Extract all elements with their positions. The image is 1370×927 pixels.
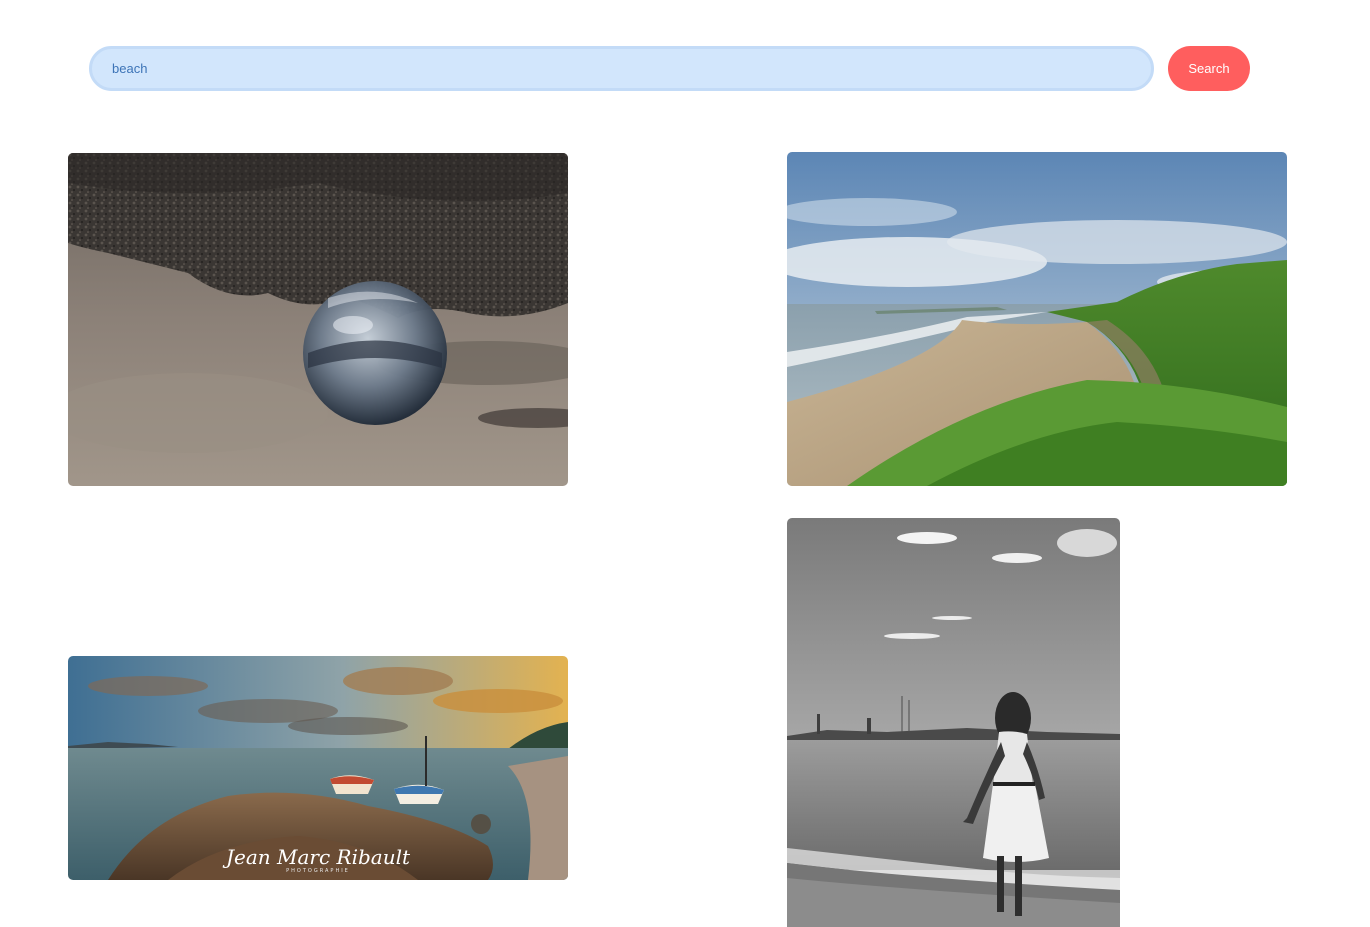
- coastal-bay-icon: [787, 152, 1287, 486]
- woman-shoreline-bw-icon: [787, 518, 1120, 927]
- result-image-coastal-bay[interactable]: [787, 152, 1287, 486]
- image-search-page: Search: [0, 0, 1370, 927]
- search-input[interactable]: [89, 46, 1154, 91]
- rocky-shore-boats-icon: Jean Marc Ribault PHOTOGRAPHIE: [68, 656, 568, 880]
- result-image-woman-shoreline[interactable]: [787, 518, 1120, 927]
- watermark-signature: Jean Marc Ribault: [222, 845, 411, 869]
- result-image-crystal-ball[interactable]: [68, 153, 568, 486]
- watermark-tagline: PHOTOGRAPHIE: [286, 868, 350, 874]
- result-image-rocky-shore[interactable]: Jean Marc Ribault PHOTOGRAPHIE: [68, 656, 568, 880]
- crystal-ball-sand-icon: [68, 153, 568, 486]
- search-button[interactable]: Search: [1168, 46, 1250, 91]
